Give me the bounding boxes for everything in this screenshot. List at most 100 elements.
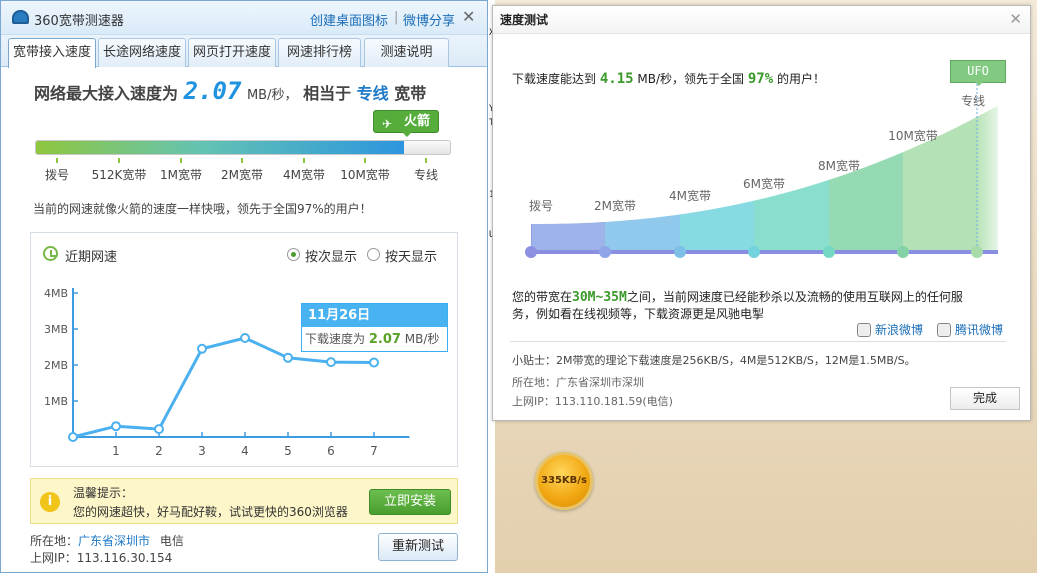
- dialog-close-icon[interactable]: ✕: [1009, 10, 1022, 28]
- tab-long-distance[interactable]: 长途网络速度: [98, 38, 186, 67]
- tooltip-unit: MB/秒: [404, 332, 440, 346]
- tencent-weibo-icon: [937, 323, 951, 337]
- create-desktop-icon-link[interactable]: 创建桌面图标: [310, 10, 388, 29]
- max-speed-value: 2.07: [183, 77, 242, 105]
- scale-tick: [425, 158, 427, 163]
- level-dot: [525, 246, 537, 258]
- scale-label: 512K宽带: [91, 168, 147, 182]
- tab-access-speed[interactable]: 宽带接入速度: [8, 38, 96, 68]
- bandwidth-value: 30M~35M: [572, 290, 627, 305]
- y-tick-label: 4MB: [44, 287, 68, 300]
- tooltip-body: 下载速度为 2.07 MB/秒: [302, 327, 447, 352]
- bandwidth-prefix: 您的带宽在: [512, 290, 573, 304]
- level-label: 4M宽带: [669, 188, 711, 203]
- stage-band: [531, 221, 605, 251]
- headline-middle: 相当于: [303, 84, 352, 103]
- line-type: 专线: [356, 84, 389, 103]
- data-point: [68, 432, 78, 442]
- title-separator: |: [394, 10, 399, 25]
- max-speed-headline: 网络最大接入速度为 2.07 MB/秒， 相当于 专线 宽带: [34, 77, 426, 105]
- sina-weibo-label[interactable]: 新浪微博: [875, 323, 923, 337]
- x-tick-label: 1: [112, 444, 120, 458]
- x-tick-label: 2: [155, 444, 163, 458]
- speed-unit: MB/秒，: [246, 88, 298, 103]
- level-dot: [897, 246, 909, 258]
- headline-suffix: 宽带: [394, 84, 427, 103]
- notice-box: i 温馨提示： 您的网速超快，好马配好鞍，试试更快的360浏览器 立即安装: [30, 478, 458, 524]
- close-icon[interactable]: ✕: [462, 7, 475, 26]
- app-logo-icon: [12, 10, 29, 24]
- level-dot: [748, 246, 760, 258]
- scale-label: 1M宽带: [160, 168, 202, 182]
- x-tick-label: 6: [327, 444, 335, 458]
- scale-label: 专线: [413, 168, 439, 182]
- level-label: 2M宽带: [594, 198, 636, 213]
- weibo-share-link[interactable]: 微博分享: [403, 10, 455, 29]
- tooltip-label: 下载速度为: [305, 332, 366, 346]
- bandwidth-text: 之间，当前网速度已经能秒杀以及流畅的使用互联网上的任何服: [626, 290, 963, 304]
- tooltip-date: 11月26日: [302, 304, 447, 327]
- tab-page-open[interactable]: 网页打开速度: [188, 38, 276, 67]
- speed-progress-bar: [35, 140, 451, 155]
- notice-title: 温馨提示：: [73, 486, 134, 500]
- x-tick-label: 5: [284, 444, 292, 458]
- tab-bar: 宽带接入速度 长途网络速度 网页打开速度 网速排行榜 测速说明: [1, 35, 487, 68]
- headline-prefix: 网络最大接入速度为: [34, 84, 179, 103]
- level-dot: [599, 246, 611, 258]
- stage-band: [977, 105, 998, 251]
- badge-label: 火箭: [403, 114, 430, 129]
- install-button[interactable]: 立即安装: [369, 489, 451, 515]
- done-button[interactable]: 完成: [950, 387, 1020, 410]
- speed-result-dialog: 速度测试 ✕ 下载速度能达到 4.15 MB/秒，领先于全国 97% 的用户！ …: [492, 5, 1031, 421]
- info-icon: i: [40, 492, 60, 512]
- level-label: 8M宽带: [818, 158, 860, 173]
- comparison-text: 当前的网速就像火箭的速度一样快哦，领先于全国97%的用户！: [33, 202, 372, 216]
- sina-weibo-share[interactable]: 新浪微博: [857, 321, 923, 338]
- scale-label: 拨号: [44, 168, 70, 182]
- scale-tick: [303, 158, 305, 163]
- level-label: 拨号: [529, 199, 553, 213]
- retest-button[interactable]: 重新测试: [378, 533, 458, 561]
- level-label: 10M宽带: [888, 128, 938, 143]
- tab-ranking[interactable]: 网速排行榜: [278, 38, 361, 67]
- data-point: [283, 352, 293, 363]
- stage-band: [680, 200, 754, 251]
- tencent-weibo-label[interactable]: 腾讯微博: [955, 323, 1003, 337]
- data-point: [197, 343, 207, 354]
- x-tick-label: 7: [370, 444, 378, 458]
- ip-label: 上网IP：: [30, 551, 77, 565]
- x-tick-label: 3: [198, 444, 206, 458]
- ip-value: 113.116.30.154: [76, 551, 173, 565]
- ip-text: 上网IP：113.110.181.59(电信): [512, 395, 673, 408]
- location-value[interactable]: 广东省深圳市: [78, 534, 150, 548]
- scale-tick: [180, 158, 182, 163]
- data-point: [240, 333, 250, 343]
- scale-label: 10M宽带: [340, 168, 390, 182]
- level-dot: [823, 246, 835, 258]
- bandwidth-line-1: 您的带宽在30M~35M之间，当前网速度已经能秒杀以及流畅的使用互联网上的任何服: [512, 289, 963, 306]
- rocket-icon: ✈: [382, 117, 393, 131]
- tooltip-value: 2.07: [368, 332, 401, 347]
- speed-tooltip: 11月26日 下载速度为 2.07 MB/秒: [301, 303, 448, 352]
- location-text: 所在地：广东省深圳市深圳: [512, 376, 644, 389]
- stage-band: [605, 214, 680, 251]
- location-line: 所在地：广东省深圳市 电信: [30, 532, 184, 549]
- y-tick-label: 3MB: [44, 323, 68, 336]
- level-dot: [971, 246, 983, 258]
- tab-help[interactable]: 测速说明: [364, 38, 449, 67]
- ip-line: 上网IP：113.116.30.154: [30, 549, 172, 566]
- divider: [510, 341, 1006, 342]
- dialog-title: 速度测试: [493, 6, 1030, 34]
- y-tick-label: 2MB: [44, 359, 68, 372]
- rocket-badge: ✈ 火箭: [373, 110, 439, 137]
- notice-body: 您的网速超快，好马配好鞍，试试更快的360浏览器: [73, 505, 348, 519]
- speed-progress-fill: [36, 141, 405, 154]
- data-point: [111, 421, 121, 432]
- scale-label: 2M宽带: [221, 168, 263, 182]
- tencent-weibo-share[interactable]: 腾讯微博: [937, 321, 1003, 338]
- floating-speed-ball[interactable]: 335KB/s: [535, 452, 593, 510]
- data-point: [326, 357, 336, 368]
- scale-tick: [118, 158, 120, 163]
- x-tick-label: 4: [241, 444, 249, 458]
- sina-weibo-icon: [857, 323, 871, 337]
